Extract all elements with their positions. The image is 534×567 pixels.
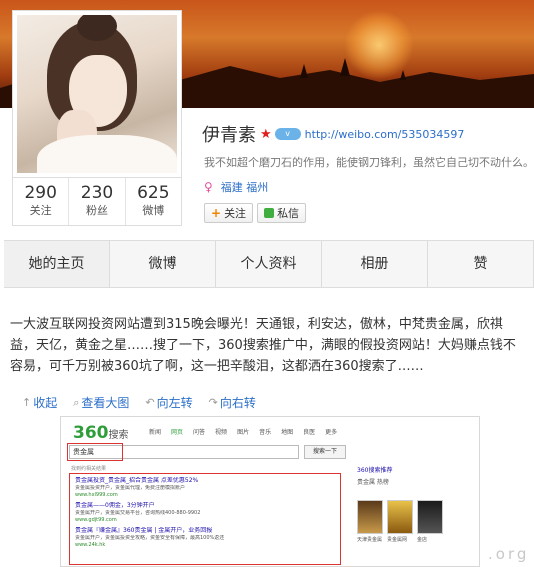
- rotate-right-label: 向右转: [219, 396, 256, 410]
- search-result: 贵金属投资_贵金属_招合贵金属 点差优惠52% 贵金属投资开户，贵金属代理，免费…: [75, 477, 337, 499]
- search-nav: 新闻 网页 问答 视频 图片 音乐 地图 良医 更多: [149, 427, 337, 436]
- side-thumbs: [357, 500, 475, 534]
- stat-label: 微博: [142, 204, 165, 217]
- rotate-right-icon: ↷: [208, 396, 218, 409]
- profile-tabs: 她的主页 微博 个人资料 相册 赞: [4, 240, 534, 288]
- thumb-caption: 天津贵金属: [357, 537, 383, 543]
- search-result: 贵金属——0佣金，3分钟开户 贵金属开户，贵金属交易平台，咨询热线400-880…: [75, 502, 337, 524]
- view-large-button[interactable]: ⌕ 查看大图: [73, 394, 129, 411]
- thumb-caption: 金店: [417, 537, 428, 543]
- message-icon: [264, 208, 275, 218]
- stat-posts[interactable]: 625 微博: [126, 178, 181, 225]
- nav-item: 音乐: [259, 429, 272, 436]
- result-url: www.24k.hk: [75, 542, 106, 548]
- stat-following[interactable]: 290 关注: [13, 178, 70, 225]
- thumb-image: [417, 500, 443, 534]
- avatar-frame[interactable]: [12, 10, 182, 178]
- post-text: 一大波互联网投资网站遭到315晚会曝光！天通银，利安达，傲林，中梵贵金属，欣祺益…: [10, 317, 516, 374]
- logo-suffix: 搜索: [108, 430, 129, 441]
- result-title: 贵金属投资_贵金属_招合贵金属 点差优惠52%: [75, 477, 199, 484]
- thumb-image: [387, 500, 413, 534]
- result-title: 贵金属『赚金属』360贵金属 | 金属开户，业务回报: [75, 527, 213, 534]
- side-title: 360搜索推荐: [357, 467, 393, 474]
- tab-profile-info[interactable]: 个人资料: [216, 241, 322, 287]
- location-row: ♀ 福建 福州: [204, 179, 268, 195]
- result-desc: 贵金属开户，贵金属交易平台，咨询热线400-880-9902: [75, 510, 201, 516]
- post-image[interactable]: 360搜索 新闻 网页 问答 视频 图片 音乐 地图 良医 更多 贵金属 搜索一…: [60, 416, 480, 567]
- result-meta: 找到约相关结果: [71, 466, 107, 472]
- result-desc: 贵金属开户，贵金属投资全攻略，资金安全有保障，最高100%返还: [75, 535, 225, 541]
- profile-actions: + 关注 私信: [204, 203, 307, 223]
- follow-button[interactable]: + 关注: [204, 203, 254, 223]
- nav-item: 图片: [237, 429, 250, 436]
- result-url: www.hxl999.com: [75, 492, 118, 498]
- collapse-label: 收起: [33, 396, 58, 410]
- stat-label: 关注: [29, 204, 52, 217]
- result-title: 贵金属——0佣金，3分钟开户: [75, 502, 155, 509]
- tab-likes[interactable]: 赞: [428, 241, 534, 287]
- thumb-image: [357, 500, 383, 534]
- nav-item: 新闻: [149, 429, 162, 436]
- tab-weibo[interactable]: 微博: [110, 241, 216, 287]
- tab-home[interactable]: 她的主页: [4, 241, 110, 287]
- profile-stats: 290 关注 230 粉丝 625 微博: [12, 178, 182, 226]
- stat-value: 290: [24, 183, 57, 203]
- search-sidebar: 360搜索推荐 贵金属 热榜 天津贵金属 贵金属网 金店: [357, 465, 475, 543]
- search-result: 贵金属『赚金属』360贵金属 | 金属开户，业务回报 贵金属开户，贵金属投资全攻…: [75, 527, 337, 549]
- result-url: www.gdjt99.com: [75, 517, 117, 523]
- stat-followers[interactable]: 230 粉丝: [69, 178, 126, 225]
- thumb-captions: 天津贵金属 贵金属网 金店: [357, 536, 475, 543]
- result-desc: 贵金属投资开户，贵金属代理，免费注册模拟账户: [75, 485, 186, 491]
- nav-item: 更多: [325, 429, 338, 436]
- rotate-left-button[interactable]: ↶ 向左转: [145, 394, 192, 411]
- follow-label: 关注: [224, 207, 247, 220]
- search-button: 搜索一下: [304, 445, 346, 459]
- stat-value: 625: [137, 183, 170, 203]
- nav-item: 网页: [171, 429, 184, 436]
- avatar-shirt: [37, 135, 177, 173]
- image-toolbar: ↑ 收起 ⌕ 查看大图 ↶ 向左转 ↷ 向右转: [22, 394, 256, 411]
- plus-icon: +: [211, 206, 222, 220]
- stat-label: 粉丝: [85, 204, 108, 217]
- view-large-label: 查看大图: [81, 396, 130, 410]
- watermark: .org: [488, 545, 530, 563]
- vip-badge-icon[interactable]: v: [274, 128, 301, 140]
- tab-album[interactable]: 相册: [322, 241, 428, 287]
- arrow-up-icon: ↑: [22, 396, 32, 409]
- profile-bio: 我不如超个磨刀石的作用，能使钢刀锋利，虽然它自己切不动什么。: [204, 156, 534, 169]
- stat-value: 230: [80, 183, 114, 203]
- avatar[interactable]: [17, 15, 177, 173]
- search-results: 贵金属投资_贵金属_招合贵金属 点差优惠52% 贵金属投资开户，贵金属代理，免费…: [75, 477, 337, 552]
- location-link[interactable]: 福建 福州: [221, 179, 269, 195]
- nav-item: 地图: [281, 429, 294, 436]
- message-label: 私信: [277, 207, 300, 220]
- side-sub: 贵金属 热榜: [357, 479, 389, 486]
- profile-url-link[interactable]: http://weibo.com/535034597: [305, 128, 465, 141]
- magnify-icon: ⌕: [73, 395, 80, 409]
- rotate-right-button[interactable]: ↷ 向右转: [209, 394, 256, 411]
- collapse-button[interactable]: ↑ 收起: [22, 394, 57, 411]
- star-icon: ★: [260, 126, 272, 142]
- rotate-left-icon: ↶: [145, 396, 155, 409]
- female-icon: ♀: [204, 180, 213, 194]
- message-button[interactable]: 私信: [257, 203, 307, 223]
- search-logo: 360搜索: [73, 423, 129, 443]
- nav-item: 视频: [215, 429, 228, 436]
- nav-item: 问答: [193, 429, 206, 436]
- thumb-caption: 贵金属网: [387, 537, 408, 543]
- nav-item: 良医: [303, 429, 316, 436]
- profile-name: 伊青素: [202, 125, 256, 146]
- profile-name-row: 伊青素 ★ v http://weibo.com/535034597: [202, 122, 464, 146]
- logo-text: 360: [73, 423, 109, 443]
- query-highlight: [67, 443, 123, 461]
- rotate-left-label: 向左转: [156, 396, 193, 410]
